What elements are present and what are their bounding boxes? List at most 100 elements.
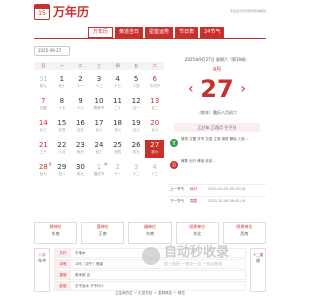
calendar-day[interactable]: 22 八月: [53, 140, 72, 158]
position-title: 福神位: [143, 224, 156, 229]
lunar-day: 初九: [39, 84, 47, 88]
weekday-wed: 三: [96, 63, 101, 68]
lunar-day: 十八: [76, 106, 84, 110]
calendar-day[interactable]: 1 国庆节休: [90, 162, 109, 180]
calendar-day[interactable]: 9 十八: [71, 96, 90, 114]
date-picker-input[interactable]: 2025-09-27: [34, 46, 70, 56]
calendar-day[interactable]: 11 二十: [108, 96, 127, 114]
lunar-day: 廿六: [95, 128, 103, 132]
footer-note: 卫生间方位 一 汇总方位 一 发财风位 一 财位: [115, 291, 185, 295]
calendar-day[interactable]: 1 初十: [53, 74, 72, 92]
main-nav: 万年历 黄道吉日 星座运势 节日表 24节气: [88, 27, 225, 38]
lunar-day: 十四: [132, 84, 140, 88]
position-wealth: 财神位 东南: [34, 222, 78, 244]
next-solar-term[interactable]: 下一节气 寒露 2025-10-08 08:41:16: [168, 196, 266, 205]
lunar-day: 初九: [76, 172, 84, 176]
position-title: 喜神位: [96, 224, 109, 229]
calendar-day[interactable]: 30 初九: [71, 162, 90, 180]
calendar-day[interactable]: 8 十七: [53, 96, 72, 114]
calendar-day[interactable]: 18 廿七: [108, 118, 127, 136]
calendar-day[interactable]: 20 廿九: [145, 118, 164, 136]
lunar-date: （蛇年）農历八月初六: [197, 110, 237, 115]
calendar-day[interactable]: 28 初七班: [34, 162, 53, 180]
position-value: 正南: [98, 231, 107, 236]
day-grid: 31 初九 1 初十 2 十一 3 十二 4 十三 5 十四 6 中元节 7 白露 8 十七 9 十八 10 教师节 11 二…: [34, 74, 164, 180]
selected-day-number: 27: [200, 75, 234, 103]
suitable-badge: 宜: [170, 139, 178, 147]
calendar-day[interactable]: 2 十一: [71, 74, 90, 92]
avoid-badge: 忌: [170, 161, 178, 169]
day-number: 17: [94, 119, 104, 127]
calendar-day[interactable]: 25 初四: [108, 140, 127, 158]
calendar-day[interactable]: 7 白露: [34, 96, 53, 114]
weekday-header: 日 一 二 三 四 五 六: [34, 62, 164, 70]
next-term-label: 下一节气: [170, 199, 184, 203]
calendar-day[interactable]: 6 中元节: [145, 74, 164, 92]
calendar-day[interactable]: 16 廿五: [71, 118, 90, 136]
lunar-day: 初六: [151, 150, 159, 154]
lunar-day: 三十: [39, 150, 47, 154]
lunar-day: 廿九: [151, 128, 159, 132]
calendar-day[interactable]: 4 十三: [108, 74, 127, 92]
calendar-day[interactable]: 12 廿一: [127, 96, 146, 114]
lunar-day: 廿一: [132, 106, 140, 110]
position-title: 阴贵神位: [236, 224, 253, 229]
lunar-day: 十二: [95, 84, 103, 88]
site-title[interactable]: 万年历: [53, 3, 89, 21]
calendar-day[interactable]: 24 初三: [90, 140, 109, 158]
nav-item-calendar[interactable]: 万年历: [88, 27, 114, 38]
day-number: 9: [78, 97, 83, 105]
row-value: 平地木: [75, 251, 86, 255]
prev-term-label: 上一节气: [170, 187, 184, 191]
nav-item-lucky-days[interactable]: 黄道吉日: [115, 27, 144, 38]
calendar-day[interactable]: 5 十四: [127, 74, 146, 92]
position-title: 阳贵神位: [189, 224, 206, 229]
next-day-chevron-icon[interactable]: ›: [240, 82, 246, 96]
calendar-day[interactable]: 29 初八: [53, 162, 72, 180]
day-number: 1: [59, 75, 65, 83]
nav-item-horoscope[interactable]: 星座运势: [145, 27, 174, 38]
lunar-day: 十一: [114, 172, 122, 176]
calendar-day[interactable]: 31 初九: [34, 74, 53, 92]
prev-solar-term[interactable]: 上一节气 秋分 2025-09-23 02:19:16: [168, 184, 266, 193]
calendar-day[interactable]: 21 三十: [34, 140, 53, 158]
calendar-logo-icon[interactable]: 15: [34, 4, 50, 20]
calendar-day[interactable]: 19 廿八: [127, 118, 146, 136]
calendar-day[interactable]: 26 初五: [127, 140, 146, 158]
calendar-day[interactable]: 23 秋分: [71, 140, 90, 158]
officer-value: 建: [256, 258, 260, 263]
calendar-day[interactable]: 2 十一: [108, 162, 127, 180]
day-number: 16: [75, 119, 85, 127]
suitable-text: 祭祀 订盟 开市 交易 立券 纳财 解除 入殓 ...: [181, 137, 250, 141]
lunar-day: 十二: [132, 172, 140, 176]
lunar-day: 初三: [95, 150, 103, 154]
table-row: 星宿 角木蛟 吉: [54, 270, 246, 280]
suitable-section: 宜 祭祀 订盟 开市 交易 立券 纳财 解除 入殓 ...: [168, 136, 266, 156]
weekday-sun: 日: [41, 63, 46, 68]
avoid-text: 嫁娶 出行 移徙 安床 ...: [181, 159, 217, 163]
calendar-day[interactable]: 14 廿三: [34, 118, 53, 136]
calendar-day[interactable]: 3 十二: [127, 162, 146, 180]
site-header: 15 万年历 专业的万年历黄历查询网站: [0, 0, 300, 26]
day-number: 5: [133, 75, 139, 83]
weekday-thu: 四: [115, 63, 120, 68]
day-number: 7: [41, 97, 46, 105]
calendar-day[interactable]: 3 十二: [90, 74, 109, 92]
calendar-day[interactable]: 17 廿六: [90, 118, 109, 136]
lunar-day: 十一: [76, 84, 84, 88]
lunar-day: 初四: [114, 150, 122, 154]
lunar-day: 中元节: [149, 84, 160, 88]
nav-item-holidays[interactable]: 节日表: [175, 27, 199, 38]
calendar-day[interactable]: 13 廿二: [145, 96, 164, 114]
calendar-day-selected[interactable]: 27 初六: [145, 140, 164, 158]
calendar-day[interactable]: 4 十三: [145, 162, 164, 180]
day-number: 11: [113, 97, 123, 105]
calendar-day[interactable]: 10 教师节: [90, 96, 109, 114]
nav-item-solar-terms[interactable]: 24节气: [200, 27, 225, 38]
lunar-day: 初十: [58, 84, 66, 88]
next-term-time: 2025-10-08 08:41:16: [208, 199, 246, 203]
row-value: 壬不汲水 子不问卜: [75, 284, 105, 288]
calendar-day[interactable]: 15 廿四: [53, 118, 72, 136]
day-number: 2: [115, 163, 120, 171]
day-number: 8: [59, 97, 65, 105]
